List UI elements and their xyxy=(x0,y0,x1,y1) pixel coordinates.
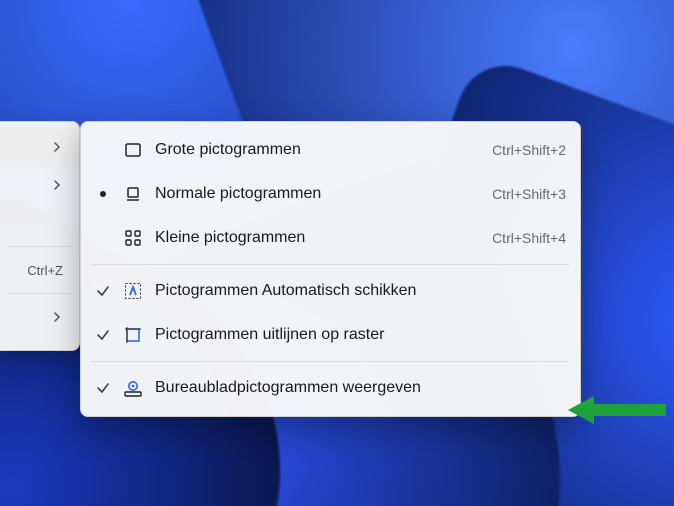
menu-item-label: Grote pictogrammen xyxy=(149,141,480,159)
menu-separator xyxy=(8,293,71,294)
menu-item-align-grid[interactable]: Pictogrammen uitlijnen op raster xyxy=(81,313,580,357)
check-mark xyxy=(89,328,117,342)
chevron-right-icon xyxy=(51,141,63,153)
menu-item-show-desktop-icons[interactable]: Bureaubladpictogrammen weergeven xyxy=(81,366,580,410)
menu-separator xyxy=(91,361,570,362)
chevron-right-icon xyxy=(51,311,63,323)
view-submenu[interactable]: Grote pictogrammen Ctrl+Shift+2 Normale … xyxy=(80,121,581,417)
show-desktop-icons-icon xyxy=(117,378,149,398)
check-mark xyxy=(89,284,117,298)
parent-menu-item[interactable] xyxy=(0,128,79,166)
align-grid-icon xyxy=(117,325,149,345)
auto-arrange-icon xyxy=(117,281,149,301)
menu-item-medium-icons[interactable]: Normale pictogrammen Ctrl+Shift+3 xyxy=(81,172,580,216)
chevron-right-icon xyxy=(51,179,63,191)
menu-separator xyxy=(8,246,71,247)
menu-item-label: Pictogrammen Automatisch schikken xyxy=(149,282,554,300)
parent-menu-item[interactable]: Ctrl+Z xyxy=(0,251,79,289)
menu-item-label: Pictogrammen uitlijnen op raster xyxy=(149,326,554,344)
menu-item-label: Normale pictogrammen xyxy=(149,185,480,203)
large-icons-icon xyxy=(117,140,149,160)
parent-menu-item[interactable] xyxy=(0,166,79,204)
shortcut-text: Ctrl+Shift+2 xyxy=(480,142,566,158)
parent-context-menu[interactable]: Ctrl+Z xyxy=(0,121,80,351)
shortcut-text: Ctrl+Shift+3 xyxy=(480,186,566,202)
parent-menu-item[interactable] xyxy=(0,204,79,242)
menu-separator xyxy=(91,264,570,265)
menu-item-label: Kleine pictogrammen xyxy=(149,229,480,247)
medium-icons-icon xyxy=(117,184,149,204)
menu-item-label: Bureaubladpictogrammen weergeven xyxy=(149,379,554,397)
shortcut-text: Ctrl+Z xyxy=(27,263,63,278)
menu-item-small-icons[interactable]: Kleine pictogrammen Ctrl+Shift+4 xyxy=(81,216,580,260)
check-mark xyxy=(89,381,117,395)
menu-item-auto-arrange[interactable]: Pictogrammen Automatisch schikken xyxy=(81,269,580,313)
parent-menu-item[interactable] xyxy=(0,298,79,336)
menu-item-large-icons[interactable]: Grote pictogrammen Ctrl+Shift+2 xyxy=(81,128,580,172)
radio-mark xyxy=(89,191,117,197)
small-icons-icon xyxy=(117,228,149,248)
shortcut-text: Ctrl+Shift+4 xyxy=(480,230,566,246)
